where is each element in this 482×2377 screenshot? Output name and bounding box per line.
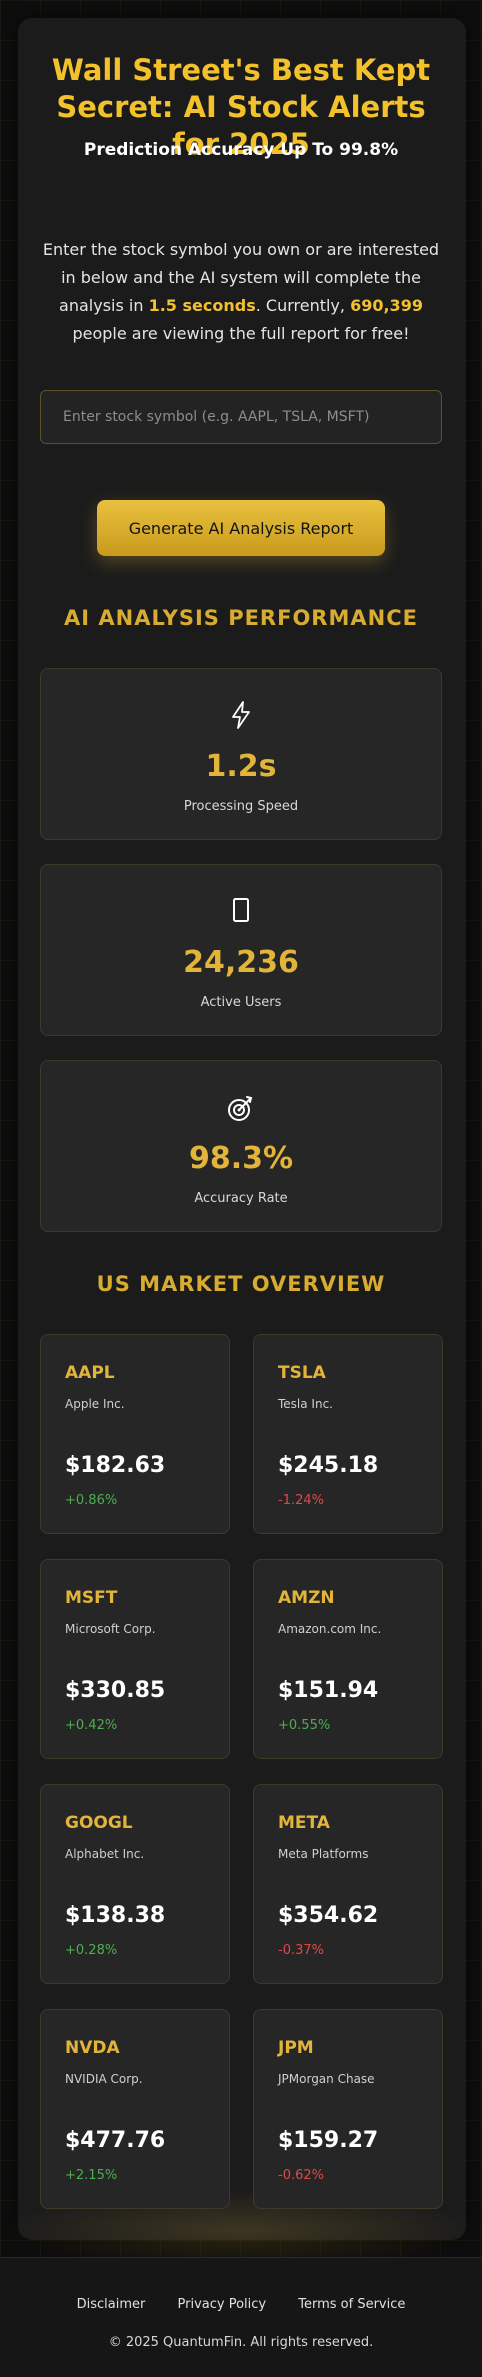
stock-price: $245.18 (278, 1453, 379, 1478)
stock-price: $182.63 (65, 1453, 166, 1478)
privacy-policy-link[interactable]: Privacy Policy (178, 2297, 267, 2312)
lightning-icon (41, 701, 441, 731)
stock-symbol: JPM (278, 2038, 314, 2058)
stock-price: $477.76 (65, 2128, 166, 2153)
processing-time-highlight: 1.5 seconds (148, 296, 256, 315)
stock-symbol: META (278, 1813, 330, 1833)
stock-change: +0.42% (65, 1718, 118, 1733)
stock-change: -1.24% (278, 1493, 324, 1508)
stock-name: NVIDIA Corp. (65, 2072, 143, 2086)
stock-price: $159.27 (278, 2128, 379, 2153)
stock-symbol: GOOGL (65, 1813, 133, 1833)
stock-change: +0.28% (65, 1943, 118, 1958)
stock-symbol: MSFT (65, 1588, 118, 1608)
stock-symbol: AAPL (65, 1363, 115, 1383)
stock-change: -0.62% (278, 2168, 324, 2183)
intro-text: Enter the stock symbol you own or are in… (36, 236, 446, 348)
stock-name: Apple Inc. (65, 1397, 125, 1411)
stock-change: +0.86% (65, 1493, 118, 1508)
stock-symbol-input[interactable] (40, 390, 442, 444)
phone-icon (41, 897, 441, 927)
stock-card-aapl[interactable]: AAPL Apple Inc. $182.63 +0.86% (40, 1334, 230, 1534)
stock-price: $330.85 (65, 1678, 166, 1703)
stock-card-msft[interactable]: MSFT Microsoft Corp. $330.85 +0.42% (40, 1559, 230, 1759)
stock-price: $151.94 (278, 1678, 379, 1703)
stat-card-processing-speed: 1.2s Processing Speed (40, 668, 442, 840)
stock-card-meta[interactable]: META Meta Platforms $354.62 -0.37% (253, 1784, 443, 1984)
stock-name: Amazon.com Inc. (278, 1622, 382, 1636)
terms-of-service-link[interactable]: Terms of Service (298, 2297, 405, 2312)
intro-text-part: . Currently, (255, 296, 351, 315)
generate-report-button[interactable]: Generate AI Analysis Report (97, 500, 385, 556)
disclaimer-link[interactable]: Disclaimer (77, 2297, 146, 2312)
performance-section-title: AI ANALYSIS PERFORMANCE (64, 606, 418, 630)
stock-price: $138.38 (65, 1903, 166, 1928)
stat-card-accuracy-rate: 98.3% Accuracy Rate (40, 1060, 442, 1232)
target-icon (41, 1093, 441, 1123)
copyright-text: © 2025 QuantumFin. All rights reserved. (108, 2335, 374, 2350)
viewer-count-highlight: 690,399 (350, 296, 423, 315)
stock-card-tsla[interactable]: TSLA Tesla Inc. $245.18 -1.24% (253, 1334, 443, 1534)
footer-links: Disclaimer Privacy Policy Terms of Servi… (0, 2297, 482, 2312)
stock-card-nvda[interactable]: NVDA NVIDIA Corp. $477.76 +2.15% (40, 2009, 230, 2209)
stat-value: 1.2s (205, 749, 277, 784)
stock-symbol: NVDA (65, 2038, 120, 2058)
stock-name: JPMorgan Chase (278, 2072, 375, 2086)
stock-card-jpm[interactable]: JPM JPMorgan Chase $159.27 -0.62% (253, 2009, 443, 2209)
stat-label: Accuracy Rate (194, 1191, 288, 1206)
market-section-title: US MARKET OVERVIEW (96, 1272, 386, 1296)
stock-price: $354.62 (278, 1903, 379, 1928)
stock-change: +0.55% (278, 1718, 331, 1733)
accuracy-subtitle: Prediction Accuracy Up To 99.8% (83, 140, 399, 160)
stock-symbol: TSLA (278, 1363, 326, 1383)
intro-text-part: people are viewing the full report for f… (72, 324, 410, 343)
stock-card-amzn[interactable]: AMZN Amazon.com Inc. $151.94 +0.55% (253, 1559, 443, 1759)
stock-symbol: AMZN (278, 1588, 335, 1608)
stat-card-active-users: 24,236 Active Users (40, 864, 442, 1036)
stock-card-googl[interactable]: GOOGL Alphabet Inc. $138.38 +0.28% (40, 1784, 230, 1984)
stat-value: 98.3% (188, 1141, 294, 1176)
stock-change: +2.15% (65, 2168, 118, 2183)
stock-name: Tesla Inc. (278, 1397, 333, 1411)
stock-name: Meta Platforms (278, 1847, 369, 1861)
stock-change: -0.37% (278, 1943, 324, 1958)
stock-name: Alphabet Inc. (65, 1847, 145, 1861)
stat-label: Active Users (200, 995, 282, 1010)
stock-name: Microsoft Corp. (65, 1622, 156, 1636)
stat-value: 24,236 (183, 945, 299, 980)
page-footer: Disclaimer Privacy Policy Terms of Servi… (0, 2257, 482, 2377)
stat-label: Processing Speed (183, 799, 299, 814)
